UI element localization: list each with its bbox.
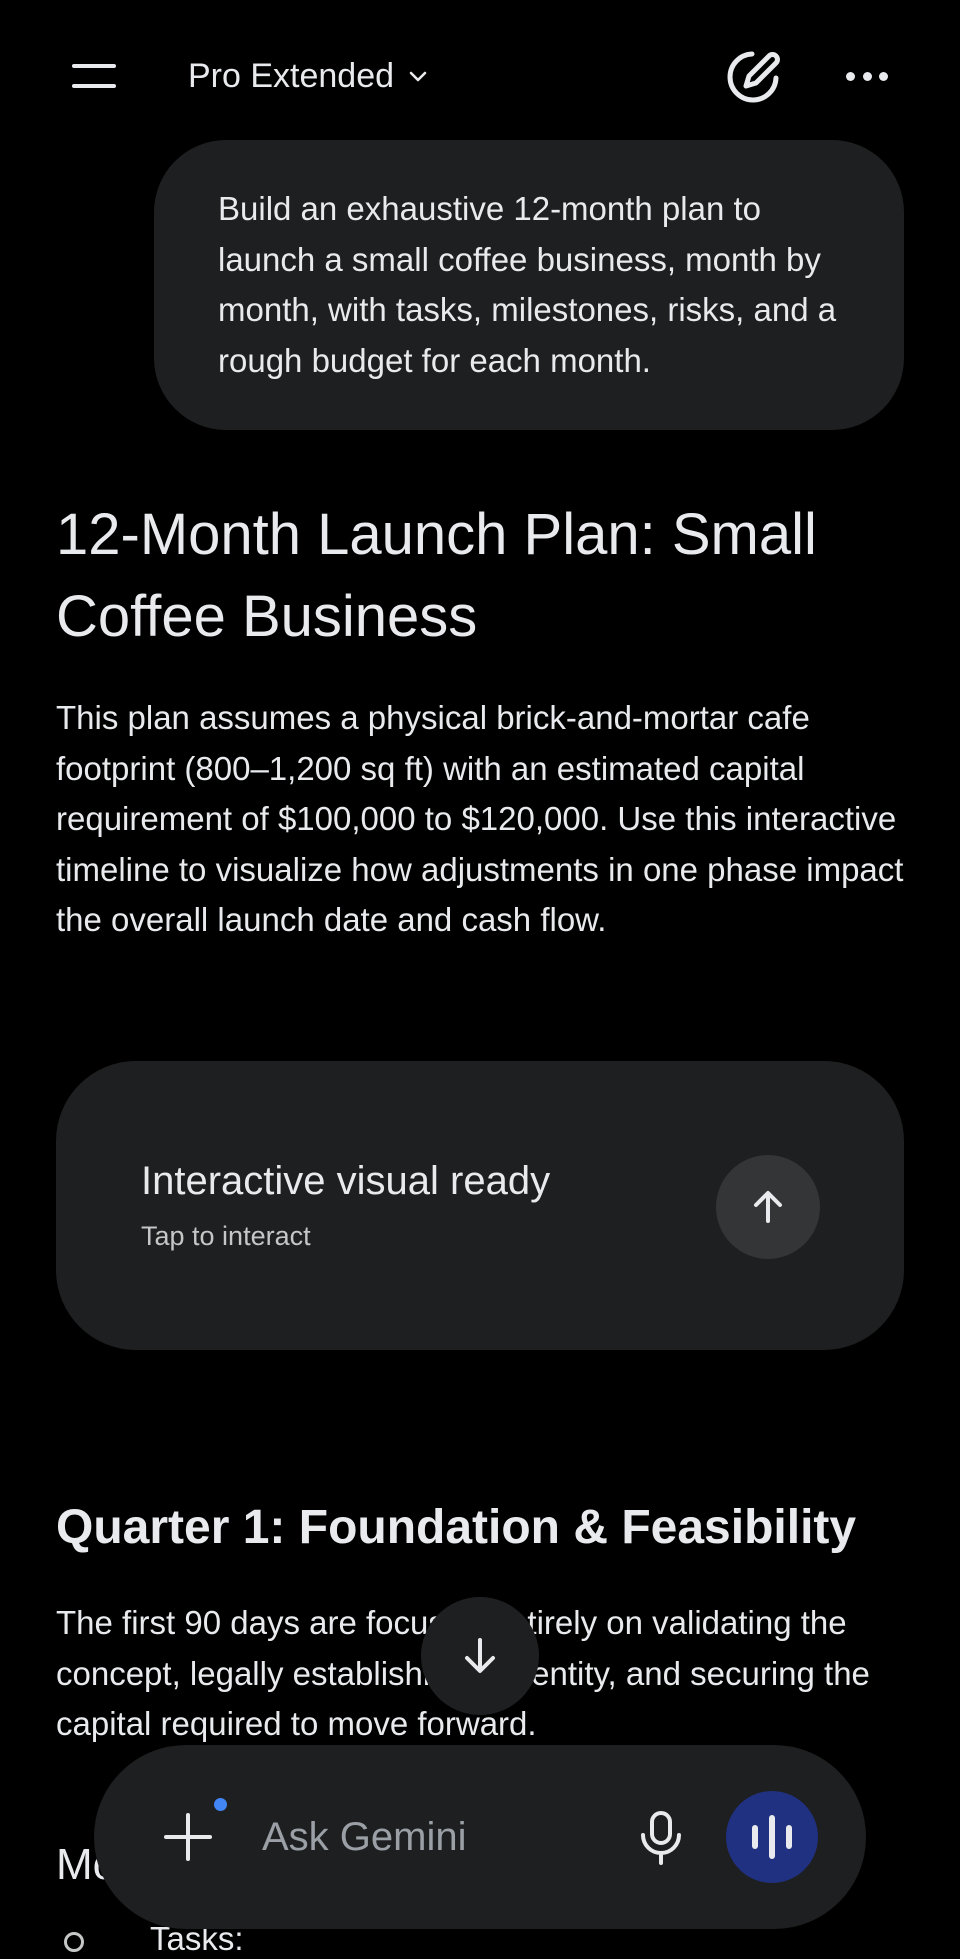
response-title: 12-Month Launch Plan: Small Coffee Busin…: [56, 502, 817, 649]
arrow-up-icon: [754, 1191, 782, 1223]
scroll-down-button[interactable]: [421, 1597, 539, 1715]
open-visual-button[interactable]: [716, 1155, 820, 1259]
visual-card-title: Interactive visual ready: [141, 1159, 551, 1203]
arrow-down-icon: [465, 1638, 495, 1673]
top-app-bar: Pro Extended: [0, 0, 960, 150]
model-picker[interactable]: Pro Extended: [188, 50, 430, 102]
edit-pen-icon[interactable]: [722, 46, 784, 108]
quarter-1-heading: Quarter 1: Foundation & Feasibility: [56, 1501, 857, 1554]
list-bullet: [64, 1932, 84, 1952]
hamburger-menu-icon[interactable]: [66, 56, 122, 96]
notification-dot: [214, 1798, 227, 1811]
model-name: Pro Extended: [188, 56, 395, 95]
more-horizontal-icon[interactable]: [840, 56, 894, 96]
interactive-visual-card[interactable]: Interactive visual ready Tap to interact: [56, 1061, 904, 1350]
plus-icon[interactable]: [158, 1807, 218, 1867]
user-message-bubble: Build an exhaustive 12-month plan to lau…: [154, 140, 904, 430]
response-intro: This plan assumes a physical brick-and-m…: [56, 699, 904, 938]
composer-bar: [94, 1745, 866, 1929]
visual-card-subtitle: Tap to interact: [141, 1221, 311, 1251]
chevron-down-icon: [409, 71, 427, 82]
ask-gemini-input[interactable]: [262, 1807, 592, 1867]
microphone-icon[interactable]: [634, 1809, 688, 1867]
user-prompt-text: Build an exhaustive 12-month plan to lau…: [218, 190, 837, 379]
voice-waveform-icon[interactable]: [726, 1791, 818, 1883]
